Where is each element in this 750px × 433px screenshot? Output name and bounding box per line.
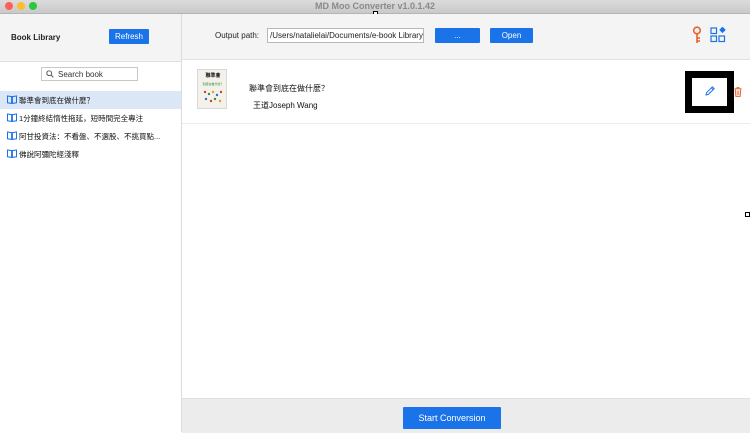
book-list-item-label: 佛說阿彌陀經淺釋 [19, 150, 79, 159]
sidebar-header: Book Library Refresh [0, 14, 181, 62]
main-panel: Output path: /Users/natalielai/Documents… [182, 14, 750, 433]
book-list-item-label: 1分鐘終結惰性拖延，短時間完全專注 [19, 114, 144, 123]
start-conversion-button[interactable]: Start Conversion [403, 407, 501, 429]
browse-button[interactable]: ... [435, 28, 480, 43]
book-cover: 聯準會 到底在做什麼？ [197, 69, 227, 109]
book-author: 王道Joseph Wang [253, 101, 318, 110]
cover-illustration [203, 90, 223, 103]
apps-icon[interactable] [710, 27, 726, 43]
book-icon [7, 95, 17, 104]
book-list-item[interactable]: 1分鐘終結惰性拖延，短時間完全專注 [0, 109, 181, 127]
cover-subtitle: 到底在做什麼？ [202, 82, 224, 86]
book-list: 聯準會到底在做什麼？ 1分鐘終結惰性拖延，短時間完全專注 阿甘投資法：不看盤、不… [0, 91, 181, 163]
book-list-item[interactable]: 聯準會到底在做什麼？ [0, 91, 181, 109]
output-path-label: Output path: [215, 31, 260, 40]
book-list-item[interactable]: 佛說阿彌陀經淺釋 [0, 145, 181, 163]
book-row: 聯準會 到底在做什麼？ 聯準會到底在做什麼？ 王道Joseph Wang [182, 61, 750, 124]
trash-icon[interactable] [734, 87, 742, 97]
output-toolbar: Output path: /Users/natalielai/Documents… [182, 14, 750, 60]
sidebar-title: Book Library [11, 33, 61, 42]
refresh-button[interactable]: Refresh [109, 29, 149, 44]
book-icon [7, 113, 17, 122]
edit-button[interactable] [692, 78, 727, 106]
book-icon [7, 131, 17, 140]
search-input[interactable]: Search book [41, 67, 138, 81]
search-placeholder: Search book [58, 70, 103, 79]
key-icon[interactable] [690, 26, 704, 44]
book-list-item-label: 阿甘投資法：不看盤、不選股、不挑買點... [19, 132, 161, 141]
open-button[interactable]: Open [490, 28, 533, 43]
output-path-field[interactable]: /Users/natalielai/Documents/e-book Libra… [267, 28, 424, 43]
book-title: 聯準會到底在做什麼？ [249, 84, 329, 93]
pencil-icon [705, 86, 715, 96]
book-library-sidebar: Book Library Refresh Search book 聯準會到底在做… [0, 14, 182, 432]
book-icon [7, 149, 17, 158]
search-icon [46, 70, 54, 78]
edit-button-highlight [685, 71, 734, 113]
footer-bar: Start Conversion [182, 398, 750, 433]
book-list-item-label: 聯準會到底在做什麼？ [19, 96, 94, 105]
book-list-item[interactable]: 阿甘投資法：不看盤、不選股、不挑買點... [0, 127, 181, 145]
cover-title: 聯準會 [205, 73, 221, 79]
